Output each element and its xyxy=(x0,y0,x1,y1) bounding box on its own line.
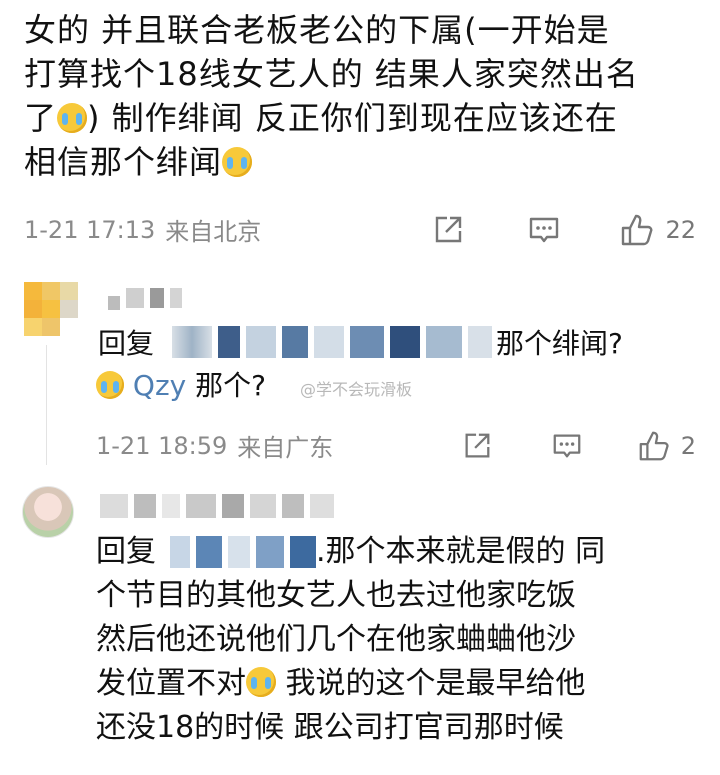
reply1-line1-tail: 那个绯闻? xyxy=(496,327,623,360)
username-blurred[interactable] xyxy=(100,494,334,518)
reply2-line2: 个节目的其他女艺人也去过他家吃饭 xyxy=(96,578,576,613)
reply1-meta: 1-21 18:59 来自广东 2 xyxy=(96,428,696,463)
post-line-1: 女的 并且联合老板老公的下属(一开始是 xyxy=(24,11,610,49)
mention-user[interactable]: Qzy xyxy=(133,369,186,402)
post-meta: 1-21 17:13 来自北京 22 xyxy=(24,212,696,247)
reply1-time: 1-21 18:59 xyxy=(96,431,228,460)
username-blurred[interactable] xyxy=(108,288,182,310)
watermark: @学不会玩滑板 xyxy=(300,380,413,399)
reply2-line5: 还没18的时候 跟公司打官司那时候 xyxy=(96,710,564,745)
reply2-line4: 发位置不对 我说的这个是最早给他 xyxy=(96,666,586,701)
reply1-source: 来自广东 xyxy=(237,434,334,462)
post-line-2: 打算找个18线女艺人的 结果人家突然出名 xyxy=(24,55,639,93)
share-icon[interactable] xyxy=(461,430,493,462)
reply2-target-blurred xyxy=(170,536,316,568)
post-line-4: 相信那个绯闻 xyxy=(24,140,704,184)
share-icon[interactable] xyxy=(431,213,465,247)
reply1-line2: Qzy 那个? xyxy=(96,366,266,406)
reply1-line1: 回复 xyxy=(98,327,155,360)
post-like-count: 22 xyxy=(665,215,696,244)
thumbs-up-icon[interactable] xyxy=(619,212,655,248)
reply1-like-count: 2 xyxy=(680,431,696,460)
crying-emoji-icon xyxy=(57,103,88,133)
post-source: 来自北京 xyxy=(165,218,262,246)
reply2-line1-tail: .那个本来就是假的 同 xyxy=(316,534,606,569)
post-body: 女的 并且联合老板老公的下属(一开始是 打算找个18线女艺人的 结果人家突然出名… xyxy=(24,8,704,184)
crying-emoji-icon xyxy=(246,667,276,697)
comment-icon[interactable] xyxy=(527,213,561,247)
reply-thread-line xyxy=(46,345,47,465)
reply2-line1-prefix: 回复 xyxy=(96,534,156,569)
reply-target-blurred xyxy=(172,326,492,358)
reply1-actions: 2 xyxy=(461,429,696,463)
post-time: 1-21 17:13 xyxy=(24,215,156,244)
reply2-line3: 然后他还说他们几个在他家蛐蛐他沙 xyxy=(96,622,576,657)
avatar[interactable] xyxy=(22,486,74,538)
comment-icon[interactable] xyxy=(551,430,583,462)
post-actions: 22 xyxy=(431,212,696,248)
thumbs-up-icon[interactable] xyxy=(637,429,671,463)
avatar[interactable] xyxy=(24,282,82,340)
laughing-emoji-icon xyxy=(96,371,124,399)
crying-emoji-icon xyxy=(222,147,253,177)
post-line-3: 了) 制作绯闻 反正你们到现在应该还在 xyxy=(24,99,618,137)
